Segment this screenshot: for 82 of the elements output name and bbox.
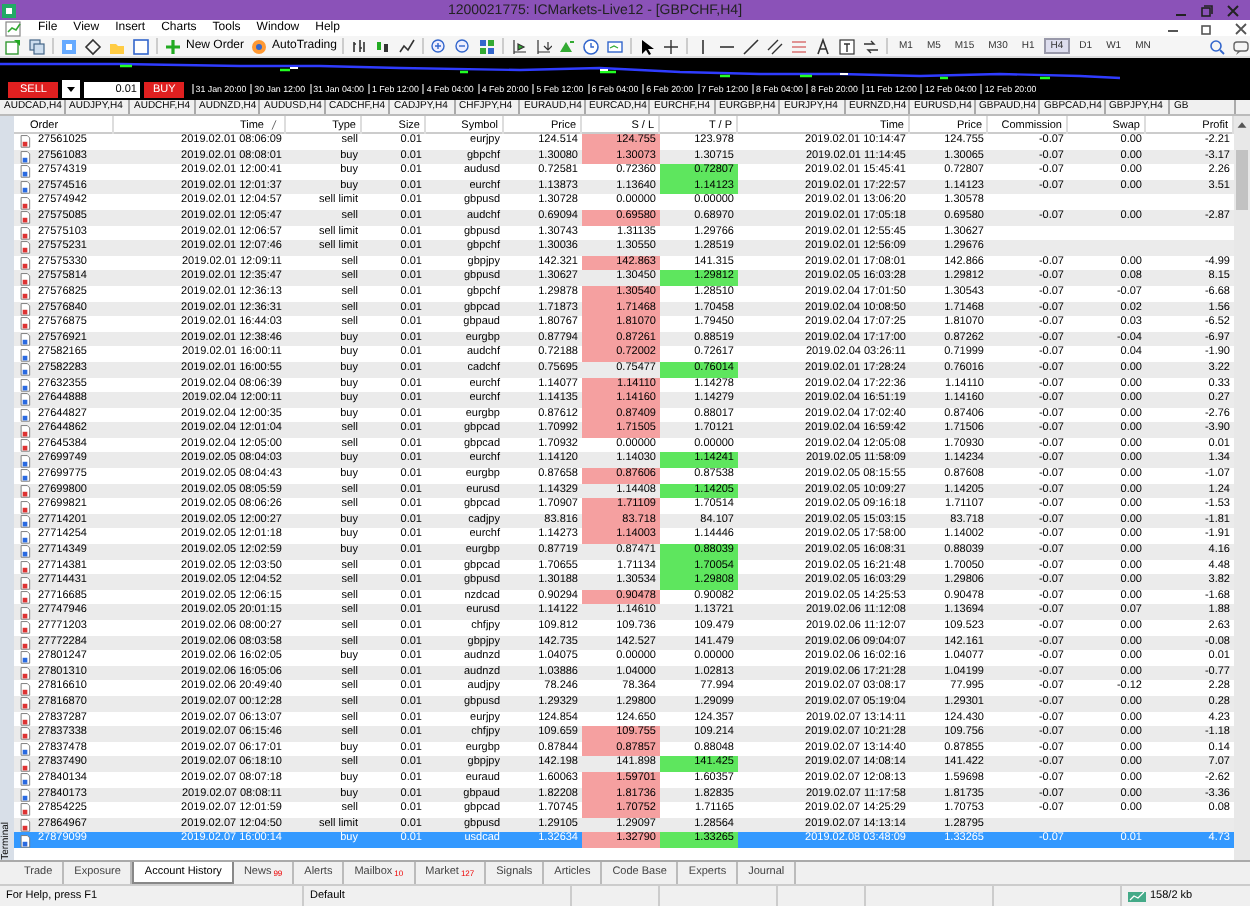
template-icon[interactable] [606,37,625,55]
order-icon[interactable] [18,574,32,590]
order-icon[interactable] [18,134,32,150]
order-icon[interactable] [18,209,32,226]
order-icon[interactable] [18,255,32,271]
app-icon[interactable] [0,1,18,19]
line-chart-icon[interactable] [398,37,417,55]
order-icon[interactable] [18,756,32,772]
order-icon[interactable] [18,422,32,438]
chart-shift-icon[interactable] [510,37,529,55]
order-icon[interactable] [18,407,32,423]
order-icon[interactable] [18,483,32,499]
order-icon[interactable] [18,695,32,712]
order-icon[interactable] [18,225,32,241]
order-icon[interactable] [18,817,32,833]
order-icon[interactable] [18,802,32,818]
order-icon[interactable] [18,741,32,757]
label-tool-icon[interactable] [838,37,857,55]
order-icon[interactable] [18,331,32,347]
crosshair-icon[interactable] [662,37,681,55]
chat-icon[interactable] [1232,37,1250,55]
add-chart-icon[interactable] [4,37,22,55]
order-icon[interactable] [18,346,32,362]
order-icon[interactable] [18,452,32,469]
order-icon[interactable] [18,604,32,620]
order-icon[interactable] [18,665,32,681]
order-icon[interactable] [18,544,32,560]
order-icon[interactable] [18,361,32,377]
chart-window-icon[interactable] [4,19,22,37]
order-icon[interactable] [18,513,32,529]
order-icon[interactable] [18,832,32,848]
sort-icon[interactable] [268,116,280,134]
arrows-icon[interactable] [862,37,881,55]
order-icon[interactable] [18,559,32,575]
cursor-icon[interactable] [638,37,657,55]
scrollbar[interactable] [1234,116,1250,860]
order-icon[interactable] [18,377,32,393]
order-icon[interactable] [18,620,32,636]
order-icon[interactable] [18,270,32,286]
order-icon[interactable] [18,650,32,666]
order-icon[interactable] [18,316,32,332]
search-icon[interactable] [1208,37,1226,55]
order-icon[interactable] [18,149,32,165]
dropdown-icon[interactable] [62,80,81,98]
order-icon[interactable] [18,680,32,696]
order-icon[interactable] [18,240,32,256]
close-icon[interactable] [1224,1,1242,19]
clock-icon[interactable] [582,37,601,55]
order-icon[interactable] [18,468,32,484]
trendline-icon[interactable] [742,37,761,55]
order-icon[interactable] [18,164,32,180]
profiles-icon[interactable] [28,37,46,55]
candlestick-icon[interactable] [374,37,393,55]
zoom-in-icon[interactable] [430,37,449,55]
autoscroll-icon[interactable] [534,37,553,55]
order-icon[interactable] [18,498,32,514]
order-icon[interactable] [18,589,32,605]
scroll-thumb[interactable] [1236,150,1248,210]
order-icon[interactable] [18,726,32,742]
text-tool-icon[interactable] [814,37,833,55]
zoom-out-icon[interactable] [454,37,473,55]
order-icon[interactable] [18,771,32,788]
order-icon[interactable] [18,635,32,651]
restore-icon[interactable] [1198,19,1216,37]
robot-icon[interactable] [250,37,269,55]
restore-icon[interactable] [1198,1,1216,19]
order-icon[interactable] [18,301,32,317]
navigator-icon[interactable] [84,37,102,55]
order-icon[interactable] [18,787,32,803]
order-icon[interactable] [18,437,32,453]
window-icon[interactable] [132,37,150,55]
order-icon[interactable] [18,285,32,302]
bar-chart-icon[interactable] [350,37,369,55]
tile-windows-icon[interactable] [478,37,497,55]
plus-icon[interactable] [164,37,182,55]
connection-icon[interactable] [1128,887,1146,905]
order-icon[interactable] [18,528,32,545]
order-icon[interactable] [18,392,32,408]
order-icon[interactable] [18,711,32,727]
order-icon[interactable] [18,194,32,210]
order-icon[interactable] [18,179,32,195]
close-icon[interactable] [1232,19,1250,37]
